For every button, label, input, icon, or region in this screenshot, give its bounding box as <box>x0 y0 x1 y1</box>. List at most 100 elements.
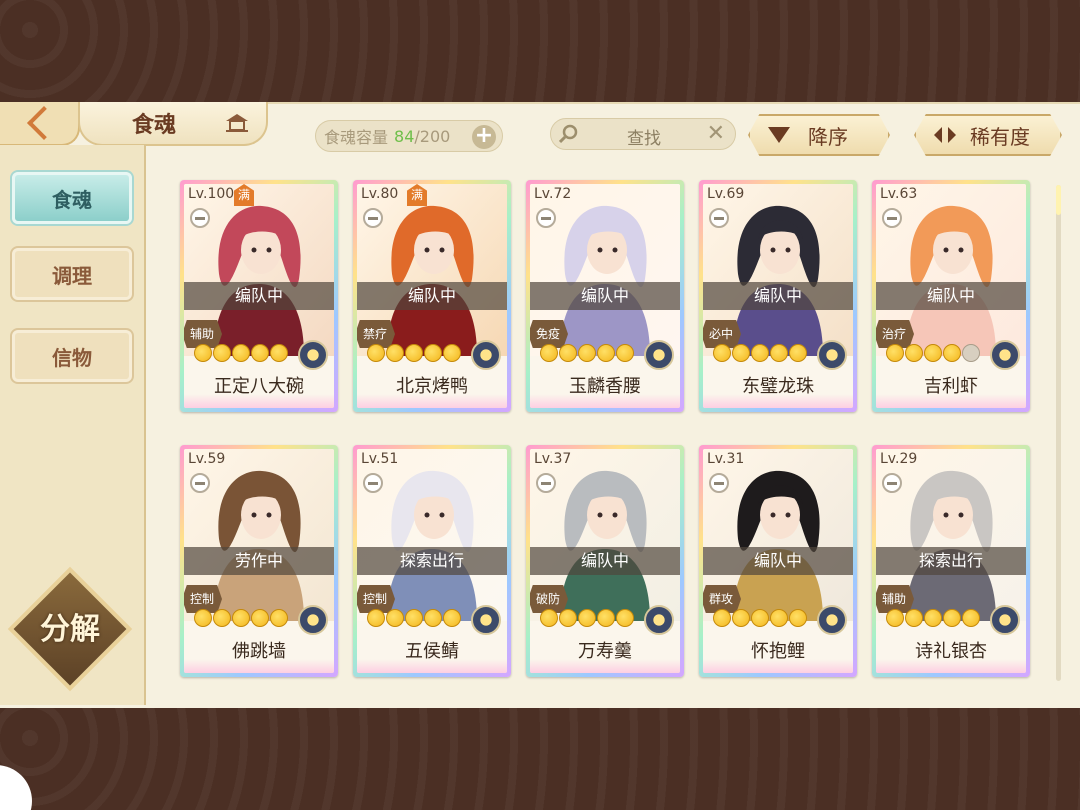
element-medal-icon <box>298 340 328 370</box>
card-inner: Lv.72 编队中 免疫 玉麟香腰 <box>530 184 680 408</box>
lock-icon[interactable] <box>882 473 902 493</box>
star-icon <box>962 609 980 627</box>
star-icon <box>386 344 404 362</box>
star-rating <box>194 609 288 627</box>
lock-icon[interactable] <box>190 473 210 493</box>
star-icon <box>905 344 923 362</box>
house-icon[interactable] <box>226 114 248 132</box>
card-glow <box>184 659 334 673</box>
search-input[interactable]: 查找 ✕ <box>550 118 736 150</box>
lock-icon[interactable] <box>536 473 556 493</box>
food-soul-card[interactable]: Lv.80 满编队中 禁疗 北京烤鸭 <box>353 180 511 412</box>
star-icon <box>367 344 385 362</box>
star-icon <box>232 609 250 627</box>
lock-icon[interactable] <box>882 208 902 228</box>
star-icon <box>213 344 231 362</box>
status-banner: 编队中 <box>876 282 1026 310</box>
search-clear-icon[interactable]: ✕ <box>707 121 725 146</box>
element-medal-icon <box>990 605 1020 635</box>
card-glow <box>876 659 1026 673</box>
lock-icon[interactable] <box>190 208 210 228</box>
expand-capacity-button[interactable]: + <box>472 125 496 149</box>
capacity-max: 200 <box>419 126 451 146</box>
star-icon <box>270 609 288 627</box>
element-medal-icon <box>644 605 674 635</box>
food-soul-card[interactable]: Lv.72 编队中 免疫 玉麟香腰 <box>526 180 684 412</box>
card-glow <box>876 394 1026 408</box>
card-glow <box>530 659 680 673</box>
food-soul-card[interactable]: Lv.63 编队中 治疗 吉利虾 <box>872 180 1030 412</box>
card-inner: Lv.31 编队中 群攻 怀抱鲤 <box>703 449 853 673</box>
star-icon <box>943 344 961 362</box>
level-label: Lv.69 <box>707 186 745 202</box>
back-button[interactable] <box>0 102 80 146</box>
element-medal-icon <box>817 605 847 635</box>
card-inner: Lv.59 劳作中 控制 佛跳墙 <box>184 449 334 673</box>
background-top-band <box>0 0 1080 102</box>
card-glow <box>357 394 507 408</box>
food-soul-card[interactable]: Lv.69 编队中 必中 东璧龙珠 <box>699 180 857 412</box>
status-banner: 编队中 <box>184 282 334 310</box>
scrollbar-thumb[interactable] <box>1056 185 1061 215</box>
card-glow <box>703 394 853 408</box>
swap-arrows-icon <box>934 127 956 143</box>
status-banner: 编队中 <box>357 282 507 310</box>
star-icon <box>616 609 634 627</box>
lock-icon[interactable] <box>709 473 729 493</box>
star-icon <box>924 609 942 627</box>
element-medal-icon <box>471 605 501 635</box>
element-medal-icon <box>817 340 847 370</box>
food-soul-card[interactable]: Lv.29 探索出行 辅助 诗礼银杏 <box>872 445 1030 677</box>
star-rating <box>367 609 461 627</box>
star-icon <box>962 344 980 362</box>
star-icon <box>616 344 634 362</box>
food-soul-card[interactable]: Lv.51 探索出行 控制 五侯鲭 <box>353 445 511 677</box>
card-inner: Lv.80 满编队中 禁疗 北京烤鸭 <box>357 184 507 408</box>
lock-icon[interactable] <box>709 208 729 228</box>
element-medal-icon <box>471 340 501 370</box>
food-soul-card[interactable]: Lv.31 编队中 群攻 怀抱鲤 <box>699 445 857 677</box>
level-label: Lv.31 <box>707 451 745 467</box>
sort-rarity-button[interactable]: 稀有度 <box>914 114 1062 156</box>
lock-icon[interactable] <box>363 473 383 493</box>
status-banner: 编队中 <box>530 282 680 310</box>
star-rating <box>713 609 807 627</box>
status-banner: 探索出行 <box>357 547 507 575</box>
sidebar-item-tokens[interactable]: 信物 <box>12 330 132 382</box>
element-medal-icon <box>644 340 674 370</box>
star-icon <box>194 344 212 362</box>
star-icon <box>578 609 596 627</box>
capacity-current: 84 <box>394 126 415 146</box>
sidebar-item-food-souls[interactable]: 食魂 <box>12 172 132 224</box>
food-soul-card[interactable]: Lv.100 满编队中 辅助 正定八大碗 <box>180 180 338 412</box>
star-icon <box>194 609 212 627</box>
scrollbar[interactable] <box>1056 185 1061 681</box>
star-icon <box>213 609 231 627</box>
star-icon <box>386 609 404 627</box>
card-glow <box>184 394 334 408</box>
level-label: Lv.51 <box>361 451 399 467</box>
food-soul-card[interactable]: Lv.59 劳作中 控制 佛跳墙 <box>180 445 338 677</box>
star-rating <box>540 609 634 627</box>
food-soul-card[interactable]: Lv.37 编队中 破防 万寿羹 <box>526 445 684 677</box>
status-banner: 探索出行 <box>876 547 1026 575</box>
level-label: Lv.63 <box>880 186 918 202</box>
sort-descending-button[interactable]: 降序 <box>748 114 890 156</box>
star-icon <box>770 344 788 362</box>
lock-icon[interactable] <box>363 208 383 228</box>
triangle-down-icon <box>768 127 790 143</box>
star-icon <box>559 609 577 627</box>
star-icon <box>789 344 807 362</box>
lock-icon[interactable] <box>536 208 556 228</box>
element-medal-icon <box>990 340 1020 370</box>
star-icon <box>251 344 269 362</box>
card-glow <box>703 659 853 673</box>
sidebar-item-label: 调理 <box>52 263 92 288</box>
sidebar-item-conditioning[interactable]: 调理 <box>12 248 132 300</box>
star-rating <box>886 344 980 362</box>
star-icon <box>713 609 731 627</box>
status-banner: 编队中 <box>530 547 680 575</box>
card-glow <box>357 659 507 673</box>
element-medal-icon <box>298 605 328 635</box>
star-icon <box>367 609 385 627</box>
